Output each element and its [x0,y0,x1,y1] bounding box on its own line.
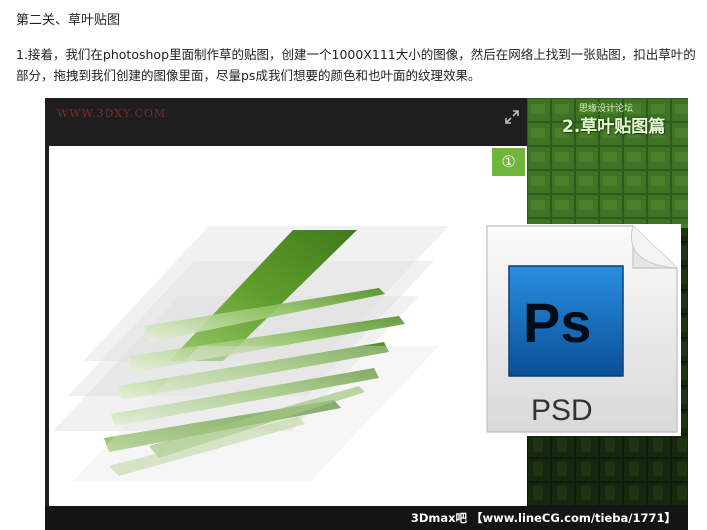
step-badge: ① [492,148,525,176]
tutorial-figure: WWW.3DXY.COM ① 思缘设计论坛 2.草叶贴图篇 Ps PSD 3Dm… [45,98,688,530]
section-heading: 第二关、草叶贴图 [16,13,121,28]
grass-layers-illustration [53,226,449,481]
psd-file-label: PSD [531,394,593,427]
grass-texture-canvas [49,146,527,506]
expand-icon[interactable] [505,110,519,124]
instruction-paragraph: 1.接着，我们在photoshop里面制作草的贴图，创建一个1000X111大小… [16,47,696,83]
footer-credit: 3Dmax吧 【www.lineCG.com/tieba/1771】 [410,511,676,525]
texture-panel-title: 2.草叶贴图篇 [562,117,666,137]
figure-footer-bar: 3Dmax吧 【www.lineCG.com/tieba/1771】 [45,506,688,530]
watermark-text: WWW.3DXY.COM [57,107,167,120]
ps-logo-text: Ps [523,291,592,354]
psd-file-icon: Ps PSD [486,225,678,433]
psd-file-icon-card: Ps PSD [483,224,681,436]
